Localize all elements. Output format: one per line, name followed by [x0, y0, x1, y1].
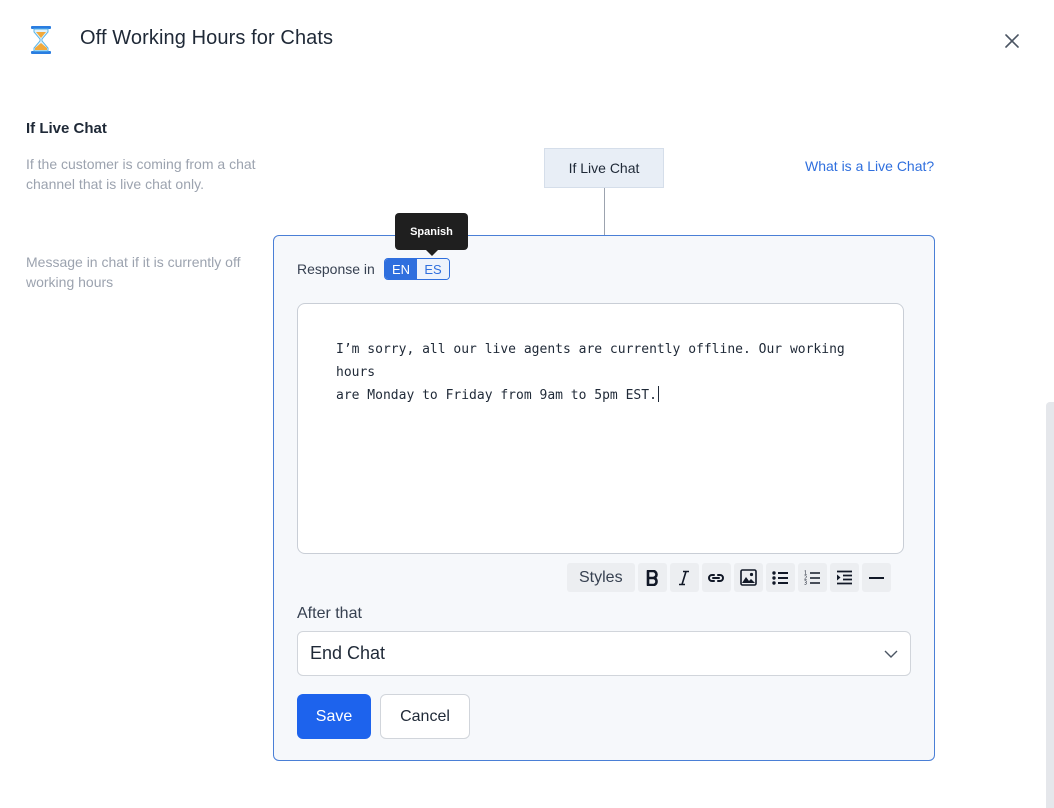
if-live-chat-node[interactable]: If Live Chat — [544, 148, 664, 188]
italic-button[interactable] — [669, 563, 699, 592]
text-caret — [657, 386, 659, 402]
response-in-label: Response in — [297, 261, 375, 277]
after-that-label: After that — [297, 605, 362, 622]
numbered-list-button[interactable]: 1 2 3 — [797, 563, 827, 592]
what-is-live-chat-link[interactable]: What is a Live Chat? — [805, 158, 934, 174]
hourglass-icon — [31, 26, 51, 54]
svg-text:3: 3 — [804, 581, 807, 586]
language-tooltip: Spanish — [395, 213, 468, 256]
image-button[interactable] — [733, 563, 763, 592]
message-description: Message in chat if it is currently off w… — [26, 254, 241, 290]
indent-button[interactable] — [829, 563, 859, 592]
close-button[interactable] — [1000, 29, 1024, 53]
numbered-list-icon: 1 2 3 — [804, 571, 820, 586]
close-icon[interactable] — [1004, 33, 1020, 49]
page-scrollbar[interactable] — [1046, 402, 1054, 808]
after-that-select[interactable]: End Chat — [297, 631, 911, 676]
cancel-button[interactable]: Cancel — [380, 694, 470, 739]
section-description: If the customer is coming from a chat ch… — [26, 156, 256, 192]
section-title: If Live Chat — [26, 120, 107, 137]
editor-toolbar: Styles 1 2 3 — [567, 563, 891, 593]
language-toggle: EN ES — [384, 258, 450, 280]
horizontal-rule-button[interactable] — [861, 563, 891, 592]
page-title: Off Working Hours for Chats — [80, 27, 334, 49]
indent-icon — [836, 570, 852, 585]
bulleted-list-button[interactable] — [765, 563, 795, 592]
bold-icon — [646, 569, 658, 586]
chevron-down-icon — [884, 650, 898, 658]
italic-icon — [679, 570, 690, 585]
language-es-button[interactable]: ES — [417, 259, 449, 279]
link-icon — [708, 573, 725, 582]
language-en-button[interactable]: EN — [385, 259, 417, 279]
off-working-hours-modal: Off Working Hours for Chats If Live Chat… — [0, 0, 1054, 808]
node-connector — [604, 188, 605, 235]
message-editor[interactable]: I’m sorry, all our live agents are curre… — [297, 303, 904, 554]
message-text[interactable]: I’m sorry, all our live agents are curre… — [336, 342, 853, 403]
image-icon — [739, 569, 757, 586]
after-that-value: End Chat — [310, 643, 386, 663]
bold-button[interactable] — [637, 563, 667, 592]
styles-dropdown[interactable]: Styles — [567, 563, 635, 592]
horizontal-rule-icon — [868, 576, 884, 579]
response-panel: Response in EN ES I’m sorry, all our liv… — [273, 235, 935, 761]
save-button[interactable]: Save — [297, 694, 371, 739]
link-button[interactable] — [701, 563, 731, 592]
bulleted-list-icon — [771, 570, 788, 585]
